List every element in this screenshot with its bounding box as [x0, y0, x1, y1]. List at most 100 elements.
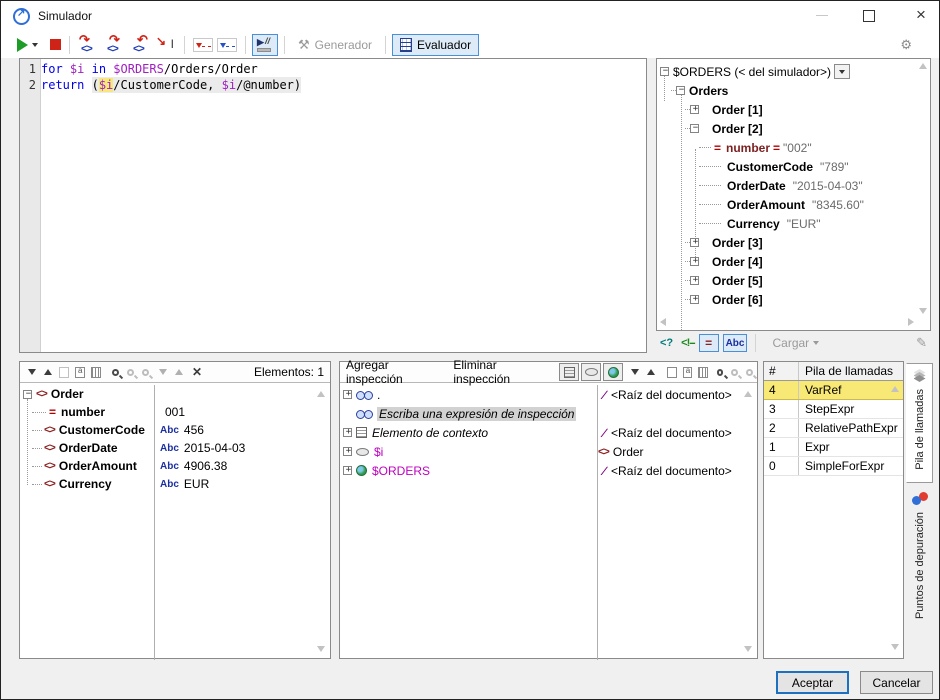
callstack-row-4[interactable]: 4VarRef	[764, 381, 903, 400]
settings-icon[interactable]: ⚙	[900, 38, 912, 51]
search-icon[interactable]	[717, 369, 724, 376]
tree-row-customercode[interactable]: CustomerCode"789"	[657, 157, 930, 176]
source-dropdown[interactable]	[834, 64, 850, 79]
close-button[interactable]: ×	[906, 2, 936, 28]
expand-icon[interactable]	[690, 257, 699, 266]
code-line-2[interactable]: 2return ($i/CustomerCode, $i/@number)	[20, 77, 646, 93]
stop-debugger-button[interactable]	[48, 34, 63, 56]
comment-toggle[interactable]: <!--	[681, 337, 694, 349]
callstack-row-0[interactable]: 0SimpleForExpr	[764, 457, 903, 476]
copy-value-icon[interactable]	[683, 367, 692, 378]
tree-row-order-4[interactable]: Order [4]	[657, 252, 930, 271]
columns-icon[interactable]	[698, 367, 707, 378]
load-button[interactable]: Cargar	[772, 336, 809, 350]
attributes-toggle[interactable]: =	[699, 334, 719, 352]
step-over-button[interactable]: ↷<>	[102, 34, 128, 56]
search-prev-icon[interactable]	[142, 369, 149, 376]
expand-icon[interactable]	[343, 428, 352, 437]
edit-source-icon[interactable]: ✎	[916, 335, 927, 351]
breakpoint-button[interactable]	[191, 34, 215, 56]
scrollbar-left-arrow[interactable]	[660, 318, 666, 326]
collapse-icon[interactable]	[23, 390, 32, 399]
chevron-down-icon[interactable]	[32, 43, 38, 47]
expand-icon[interactable]	[343, 390, 352, 399]
search-icon[interactable]	[112, 369, 119, 376]
tree-row-currency[interactable]: Currency"EUR"	[657, 214, 930, 233]
collapse-icon[interactable]	[676, 86, 685, 95]
tree-row-orderdate[interactable]: OrderDate"2015-04-03"	[657, 176, 930, 195]
result-row-number[interactable]: =number001	[20, 403, 330, 421]
expand-icon[interactable]	[343, 447, 352, 456]
scrollbar-up-arrow[interactable]	[891, 386, 899, 392]
globals-filter-toggle[interactable]	[603, 363, 623, 381]
watch-row-var-orders[interactable]: $ORDERS∕<Raíz del documento>	[340, 461, 757, 480]
expand-icon[interactable]	[343, 466, 352, 475]
move-up-icon[interactable]	[647, 369, 655, 375]
tab-breakpoints[interactable]: Puntos de depuración	[906, 487, 933, 637]
scrollbar-up-arrow[interactable]	[744, 391, 752, 397]
prev-result-icon[interactable]	[44, 369, 52, 375]
expand-icon[interactable]	[690, 295, 699, 304]
move-down-icon[interactable]	[159, 369, 167, 375]
collapse-icon[interactable]	[690, 124, 699, 133]
next-result-icon[interactable]	[28, 369, 36, 375]
xquery-editor[interactable]: 1for $i in $ORDERS/Orders/Order 2return …	[19, 58, 647, 353]
callstack-row-3[interactable]: 3StepExpr	[764, 400, 903, 419]
tree-row-order-6[interactable]: Order [6]	[657, 290, 930, 309]
tab-callstack[interactable]: Pila de llamadas	[906, 363, 933, 483]
watch-row-var-i[interactable]: $i<>Order	[340, 442, 757, 461]
generator-button[interactable]: ⚒Generador	[291, 34, 379, 56]
tree-row-order-3[interactable]: Order [3]	[657, 233, 930, 252]
cancel-button[interactable]: Cancelar	[860, 671, 933, 694]
callstack-row-2[interactable]: 2RelativePathExpr	[764, 419, 903, 438]
context-filter-toggle[interactable]	[559, 363, 579, 381]
step-into-button[interactable]: ↷<>	[76, 34, 102, 56]
scrollbar-up-arrow[interactable]	[317, 391, 325, 397]
start-debugger-button[interactable]	[15, 34, 40, 56]
result-row-orderdate[interactable]: <>OrderDateAbc2015-04-03	[20, 439, 330, 457]
text-toggle[interactable]: Abc	[723, 334, 748, 352]
copy-icon[interactable]	[59, 367, 69, 378]
processing-instruction-toggle[interactable]: <?	[660, 337, 673, 349]
evaluator-button[interactable]: Evaluador	[392, 34, 479, 56]
tree-row-order-2[interactable]: Order [2]	[657, 119, 930, 138]
clear-icon[interactable]: ✕	[192, 365, 202, 379]
search-next-icon[interactable]	[127, 369, 134, 376]
tree-row-orders-root[interactable]: $ORDERS (< del simulador>)	[657, 62, 930, 81]
watch-row-placeholder[interactable]: Escriba una expresión de inspección	[340, 404, 757, 423]
tracepoint-button[interactable]	[215, 34, 239, 56]
debug-mode-toggle[interactable]: ▶//	[252, 34, 278, 56]
result-row-currency[interactable]: <>CurrencyAbcEUR	[20, 475, 330, 493]
scrollbar-down-arrow[interactable]	[919, 308, 927, 314]
move-up-icon[interactable]	[175, 369, 183, 375]
scrollbar-down-arrow[interactable]	[317, 646, 325, 652]
tree-row-attr-number[interactable]: =number="002"	[657, 138, 930, 157]
tree-row-orderamount[interactable]: OrderAmount"8345.60"	[657, 195, 930, 214]
watch-row-context[interactable]: Elemento de contexto∕<Raíz del documento…	[340, 423, 757, 442]
expand-icon[interactable]	[690, 276, 699, 285]
collapse-icon[interactable]	[660, 67, 669, 76]
copy-value-icon[interactable]	[75, 367, 85, 378]
step-out-button[interactable]: ↶<>	[128, 34, 154, 56]
tree-row-order-5[interactable]: Order [5]	[657, 271, 930, 290]
tree-row-orders[interactable]: Orders	[657, 81, 930, 100]
result-row-orderamount[interactable]: <>OrderAmountAbc4906.38	[20, 457, 330, 475]
search-next-icon[interactable]	[731, 369, 738, 376]
expand-icon[interactable]	[690, 105, 699, 114]
chevron-down-icon[interactable]	[813, 341, 819, 345]
columns-icon[interactable]	[91, 367, 101, 378]
watch-placeholder[interactable]: Escriba una expresión de inspección	[377, 407, 576, 421]
variables-filter-toggle[interactable]	[581, 363, 601, 381]
add-watch-button[interactable]: Agregar inspección	[340, 358, 447, 386]
tree-row-order-1[interactable]: Order [1]	[657, 100, 930, 119]
scrollbar-down-arrow[interactable]	[891, 644, 899, 650]
scrollbar-up-arrow[interactable]	[919, 63, 927, 69]
accept-button[interactable]: Aceptar	[776, 671, 849, 694]
copy-icon[interactable]	[667, 367, 676, 378]
result-row-order[interactable]: <>Order	[20, 385, 330, 403]
scrollbar-right-arrow[interactable]	[908, 318, 914, 326]
search-prev-icon[interactable]	[746, 369, 753, 376]
move-down-icon[interactable]	[631, 369, 639, 375]
result-row-customercode[interactable]: <>CustomerCodeAbc456	[20, 421, 330, 439]
watch-row-dot[interactable]: .∕<Raíz del documento>	[340, 385, 757, 404]
